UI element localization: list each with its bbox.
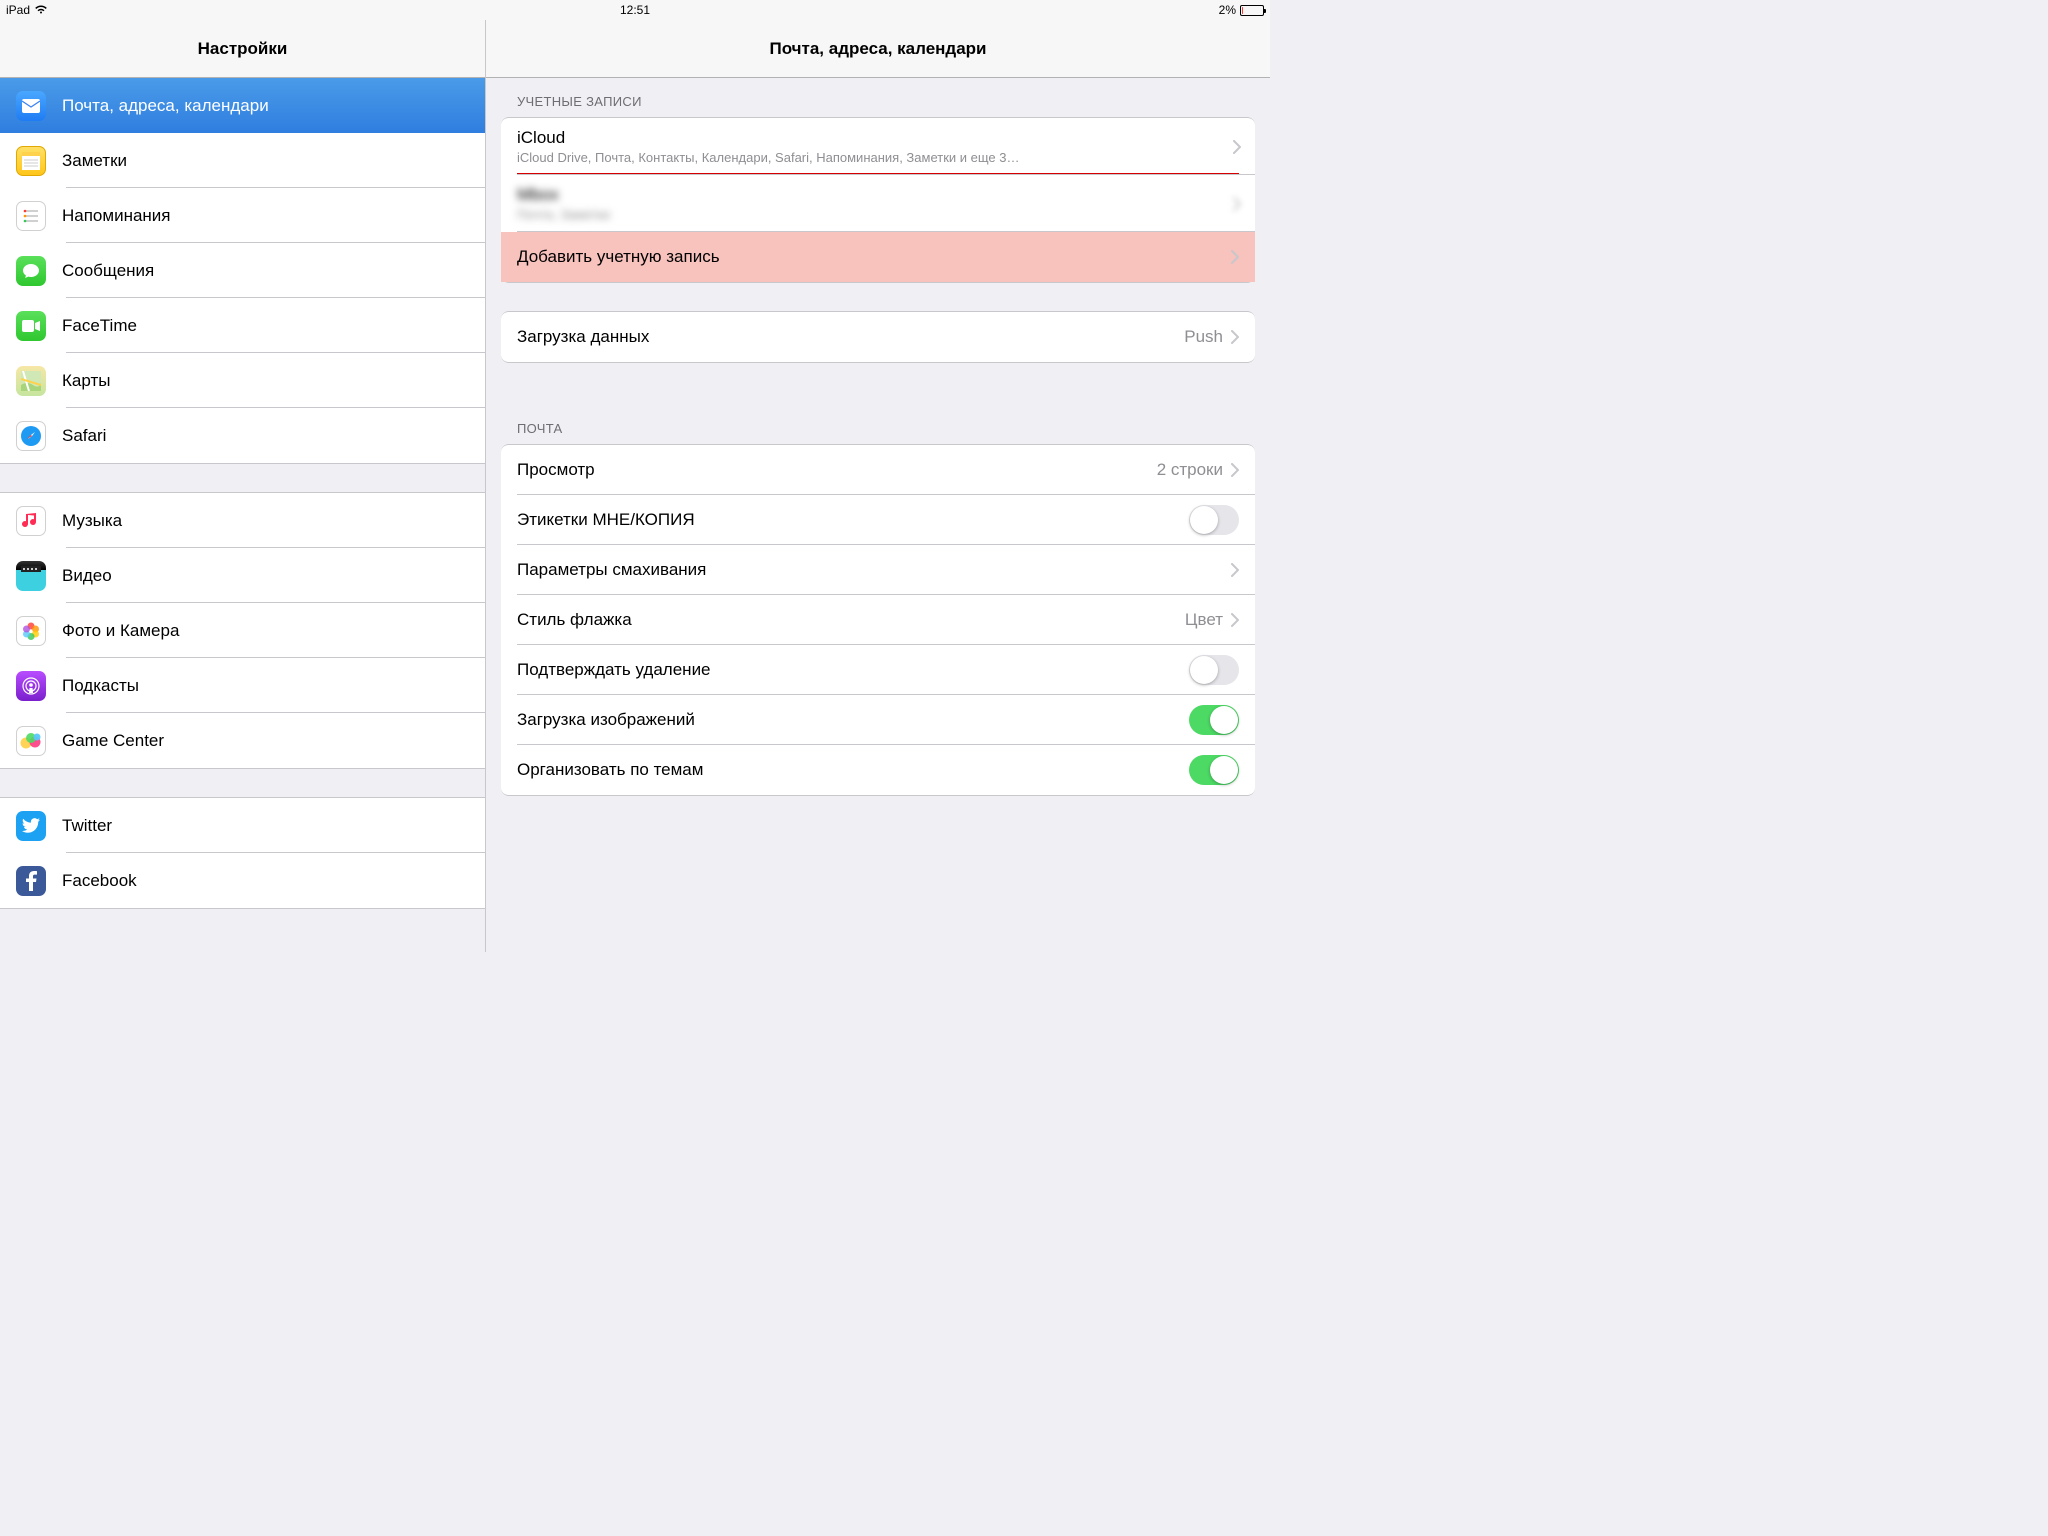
gamecenter-icon	[16, 726, 46, 756]
sidebar-item-safari[interactable]: Safari	[0, 408, 485, 463]
mail-swipe-options[interactable]: Параметры смахивания	[501, 545, 1255, 595]
sidebar-item-video[interactable]: Видео	[0, 548, 485, 603]
music-icon	[16, 506, 46, 536]
cell-title: iCloud	[517, 128, 1239, 148]
facetime-icon	[16, 311, 46, 341]
sidebar-item-mail[interactable]: Почта, адреса, календари	[0, 78, 485, 133]
fetch-group: Загрузка данных Push	[501, 311, 1255, 363]
fetch-data[interactable]: Загрузка данных Push	[501, 312, 1255, 362]
cell-title: Mbox	[517, 185, 1239, 205]
maps-icon	[16, 366, 46, 396]
battery-icon	[1240, 5, 1264, 16]
reminders-icon	[16, 201, 46, 231]
detail-header: Почта, адреса, календари	[486, 20, 1270, 78]
device-name: iPad	[6, 3, 30, 17]
cell-value: Push	[1184, 327, 1223, 347]
battery-percent: 2%	[1219, 3, 1236, 17]
status-bar: iPad 12:51 2%	[0, 0, 1270, 20]
accounts-header: УЧЕТНЫЕ ЗАПИСИ	[501, 78, 1270, 117]
sidebar-title: Настройки	[198, 39, 288, 59]
detail-pane: Почта, адреса, календари УЧЕТНЫЕ ЗАПИСИ …	[486, 20, 1270, 952]
status-time: 12:51	[620, 3, 650, 17]
mail-confirm-delete[interactable]: Подтверждать удаление	[501, 645, 1255, 695]
chevron-right-icon	[1231, 250, 1239, 264]
video-icon	[16, 561, 46, 591]
sidebar-item-label: Safari	[62, 426, 106, 446]
cell-subtitle: iCloud Drive, Почта, Контакты, Календари…	[517, 150, 1239, 165]
cell-value: Цвет	[1185, 610, 1223, 630]
sidebar-item-music[interactable]: Музыка	[0, 493, 485, 548]
chevron-right-icon	[1231, 330, 1239, 344]
sidebar-item-reminders[interactable]: Напоминания	[0, 188, 485, 243]
cell-title: Загрузка изображений	[517, 710, 695, 730]
sidebar-item-label: Карты	[62, 371, 110, 391]
toggle-load-images[interactable]	[1189, 705, 1239, 735]
account-blurred[interactable]: Mbox Почта, Заметки	[501, 175, 1255, 232]
chevron-right-icon	[1233, 140, 1241, 154]
sidebar-item-photos[interactable]: Фото и Камера	[0, 603, 485, 658]
cell-title: Загрузка данных	[517, 327, 649, 347]
toggle-organize-threads[interactable]	[1189, 755, 1239, 785]
detail-scroll[interactable]: УЧЕТНЫЕ ЗАПИСИ iCloud iCloud Drive, Почт…	[486, 78, 1270, 952]
sidebar-item-label: Музыка	[62, 511, 122, 531]
cell-value: 2 строки	[1157, 460, 1223, 480]
add-account[interactable]: Добавить учетную запись	[501, 232, 1255, 282]
cell-subtitle: Почта, Заметки	[517, 207, 1239, 222]
podcasts-icon	[16, 671, 46, 701]
sidebar-item-notes[interactable]: Заметки	[0, 133, 485, 188]
sidebar-item-label: Напоминания	[62, 206, 171, 226]
sidebar-item-label: Заметки	[62, 151, 127, 171]
sidebar-item-facebook[interactable]: Facebook	[0, 853, 485, 908]
mail-flag-style[interactable]: Стиль флажка Цвет	[501, 595, 1255, 645]
sidebar-item-label: Facebook	[62, 871, 137, 891]
sidebar-item-label: Сообщения	[62, 261, 154, 281]
mail-load-images[interactable]: Загрузка изображений	[501, 695, 1255, 745]
cell-title: Подтверждать удаление	[517, 660, 711, 680]
account-icloud[interactable]: iCloud iCloud Drive, Почта, Контакты, Ка…	[501, 118, 1255, 175]
sidebar-item-twitter[interactable]: Twitter	[0, 798, 485, 853]
twitter-icon	[16, 811, 46, 841]
toggle-confirm-delete[interactable]	[1189, 655, 1239, 685]
accounts-group: iCloud iCloud Drive, Почта, Контакты, Ка…	[501, 117, 1255, 283]
sidebar-item-facetime[interactable]: FaceTime	[0, 298, 485, 353]
sidebar-item-gamecenter[interactable]: Game Center	[0, 713, 485, 768]
chevron-right-icon	[1231, 563, 1239, 577]
chevron-right-icon	[1231, 463, 1239, 477]
mail-preview[interactable]: Просмотр 2 строки	[501, 445, 1255, 495]
sidebar-item-label: Twitter	[62, 816, 112, 836]
sidebar-item-label: Фото и Камера	[62, 621, 179, 641]
settings-sidebar: Настройки Почта, адреса, календари Заметк…	[0, 20, 486, 952]
facebook-icon	[16, 866, 46, 896]
mail-cc-labels[interactable]: Этикетки МНЕ/КОПИЯ	[501, 495, 1255, 545]
sidebar-item-label: Подкасты	[62, 676, 139, 696]
photos-icon	[16, 616, 46, 646]
toggle-cc[interactable]	[1189, 505, 1239, 535]
mail-group: Просмотр 2 строки Этикетки МНЕ/КОПИЯ Пар…	[501, 444, 1255, 796]
sidebar-item-maps[interactable]: Карты	[0, 353, 485, 408]
cell-title: Добавить учетную запись	[517, 247, 720, 267]
mail-header: ПОЧТА	[501, 391, 1270, 444]
sidebar-item-label: Game Center	[62, 731, 164, 751]
sidebar-item-label: Почта, адреса, календари	[62, 96, 269, 116]
safari-icon	[16, 421, 46, 451]
sidebar-item-podcasts[interactable]: Подкасты	[0, 658, 485, 713]
chevron-right-icon	[1231, 613, 1239, 627]
cell-title: Этикетки МНЕ/КОПИЯ	[517, 510, 695, 530]
mail-organize-threads[interactable]: Организовать по темам	[501, 745, 1255, 795]
sidebar-item-messages[interactable]: Сообщения	[0, 243, 485, 298]
detail-title: Почта, адреса, календари	[769, 39, 986, 59]
messages-icon	[16, 256, 46, 286]
sidebar-scroll[interactable]: Почта, адреса, календари Заметки Напоминан…	[0, 78, 485, 952]
cell-title: Организовать по темам	[517, 760, 703, 780]
wifi-icon	[34, 3, 48, 17]
cell-title: Стиль флажка	[517, 610, 632, 630]
chevron-right-icon	[1233, 197, 1241, 211]
sidebar-header: Настройки	[0, 20, 485, 78]
cell-title: Параметры смахивания	[517, 560, 706, 580]
cell-title: Просмотр	[517, 460, 595, 480]
mail-icon	[16, 91, 46, 121]
sidebar-item-label: Видео	[62, 566, 112, 586]
notes-icon	[16, 146, 46, 176]
sidebar-item-label: FaceTime	[62, 316, 137, 336]
